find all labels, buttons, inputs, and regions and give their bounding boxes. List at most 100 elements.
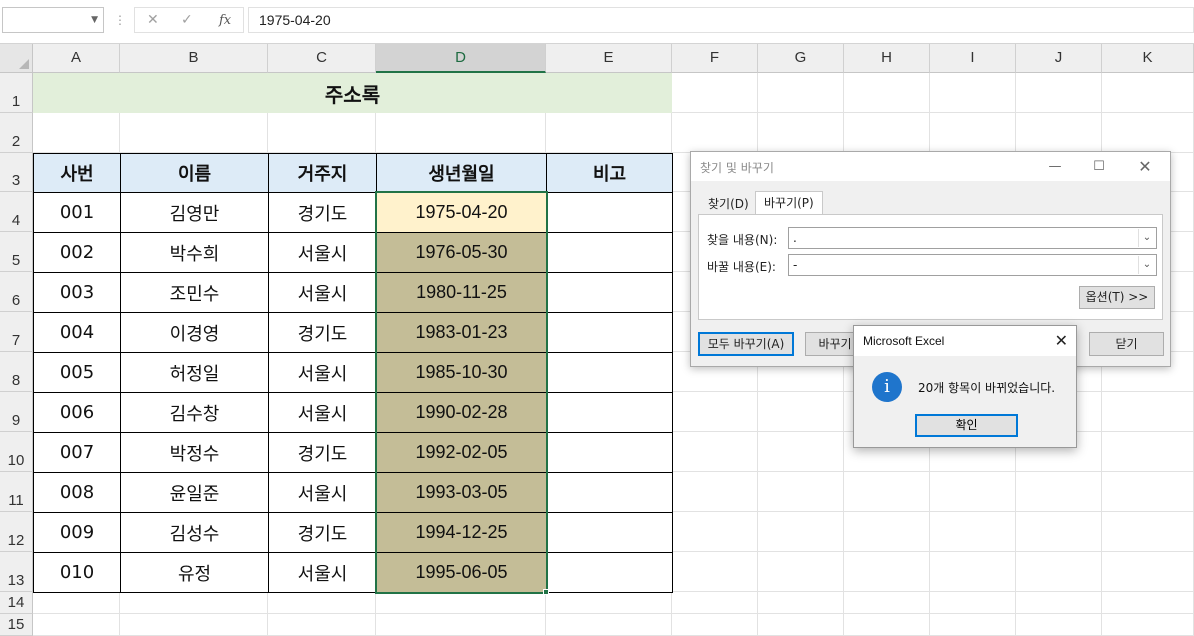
dialog-titlebar[interactable]: 찾기 및 바꾸기 — ☐ ✕: [691, 152, 1170, 181]
table-cell[interactable]: 허정일: [120, 352, 269, 393]
replace-all-button[interactable]: 모두 바꾸기(A): [698, 332, 794, 356]
tab-find[interactable]: 찾기(D): [699, 194, 758, 215]
row-header-15[interactable]: 15: [0, 614, 33, 636]
date-cell[interactable]: 1976-05-30: [376, 232, 547, 273]
table-cell[interactable]: 서울시: [268, 352, 377, 393]
table-cell[interactable]: 서울시: [268, 272, 377, 313]
table-cell[interactable]: [546, 432, 673, 473]
table-cell[interactable]: [546, 272, 673, 313]
column-header-g[interactable]: G: [758, 44, 844, 73]
table-cell[interactable]: [546, 232, 673, 273]
row-header-6[interactable]: 6: [0, 272, 33, 312]
table-cell[interactable]: 서울시: [268, 392, 377, 433]
chevron-down-icon[interactable]: ▼: [91, 15, 98, 25]
row-header-4[interactable]: 4: [0, 192, 33, 232]
column-header-h[interactable]: H: [844, 44, 930, 73]
table-cell[interactable]: [546, 312, 673, 353]
column-header-b[interactable]: B: [120, 44, 268, 73]
table-cell[interactable]: 006: [33, 392, 121, 433]
row-header-8[interactable]: 8: [0, 352, 33, 392]
row-header-10[interactable]: 10: [0, 432, 33, 472]
row-header-12[interactable]: 12: [0, 512, 33, 552]
close-icon[interactable]: ✕: [1055, 331, 1068, 350]
formula-input[interactable]: 1975-04-20: [248, 7, 1194, 33]
column-header-e[interactable]: E: [546, 44, 672, 73]
table-cell[interactable]: [546, 472, 673, 513]
table-cell[interactable]: 경기도: [268, 432, 377, 473]
column-header-i[interactable]: I: [930, 44, 1016, 73]
date-cell[interactable]: 1995-06-05: [376, 552, 547, 593]
table-cell[interactable]: 007: [33, 432, 121, 473]
table-cell[interactable]: [546, 192, 673, 233]
date-cell[interactable]: 1990-02-28: [376, 392, 547, 433]
find-input[interactable]: . ⌄: [788, 227, 1157, 249]
table-cell[interactable]: 서울시: [268, 232, 377, 273]
column-header-d[interactable]: D: [376, 44, 546, 73]
table-cell[interactable]: 윤일준: [120, 472, 269, 513]
maximize-icon[interactable]: ☐: [1084, 156, 1114, 178]
close-icon[interactable]: ✕: [1130, 156, 1160, 178]
table-cell[interactable]: 002: [33, 232, 121, 273]
row-header-1[interactable]: 1: [0, 73, 33, 113]
table-cell[interactable]: 경기도: [268, 192, 377, 233]
sheet-title[interactable]: 주소록: [33, 73, 672, 113]
date-cell[interactable]: 1992-02-05: [376, 432, 547, 473]
row-header-9[interactable]: 9: [0, 392, 33, 432]
chevron-down-icon[interactable]: ⌄: [1138, 229, 1155, 247]
table-cell[interactable]: [546, 352, 673, 393]
table-cell[interactable]: 005: [33, 352, 121, 393]
column-header-c[interactable]: C: [268, 44, 376, 73]
row-header-7[interactable]: 7: [0, 312, 33, 352]
replace-input[interactable]: - ⌄: [788, 254, 1157, 276]
table-cell[interactable]: 유정: [120, 552, 269, 593]
table-cell[interactable]: 009: [33, 512, 121, 553]
row-header-5[interactable]: 5: [0, 232, 33, 272]
row-header-2[interactable]: 2: [0, 113, 33, 153]
chevron-down-icon[interactable]: ⌄: [1138, 256, 1155, 274]
table-cell[interactable]: [546, 512, 673, 553]
table-cell[interactable]: 김성수: [120, 512, 269, 553]
table-header-cell[interactable]: 거주지: [268, 153, 377, 193]
table-cell[interactable]: 조민수: [120, 272, 269, 313]
column-header-j[interactable]: J: [1016, 44, 1102, 73]
row-header-11[interactable]: 11: [0, 472, 33, 512]
table-cell[interactable]: 서울시: [268, 552, 377, 593]
table-header-cell[interactable]: 이름: [120, 153, 269, 193]
minimize-icon[interactable]: —: [1040, 156, 1070, 178]
name-box[interactable]: ▼: [2, 7, 104, 33]
date-cell[interactable]: 1980-11-25: [376, 272, 547, 313]
table-cell[interactable]: 008: [33, 472, 121, 513]
ok-button[interactable]: 확인: [915, 414, 1018, 437]
column-header-a[interactable]: A: [33, 44, 120, 73]
date-cell[interactable]: 1985-10-30: [376, 352, 547, 393]
date-cell[interactable]: 1994-12-25: [376, 512, 547, 553]
date-cell[interactable]: 1993-03-05: [376, 472, 547, 513]
table-cell[interactable]: 경기도: [268, 312, 377, 353]
table-cell[interactable]: 서울시: [268, 472, 377, 513]
table-cell[interactable]: 001: [33, 192, 121, 233]
row-header-14[interactable]: 14: [0, 592, 33, 614]
date-cell[interactable]: 1975-04-20: [376, 192, 547, 233]
fill-handle[interactable]: [543, 589, 549, 595]
options-button[interactable]: 옵션(T) >>: [1079, 286, 1155, 309]
select-all-corner[interactable]: [0, 44, 33, 73]
cancel-icon[interactable]: ✕: [147, 12, 159, 28]
column-header-f[interactable]: F: [672, 44, 758, 73]
function-icon[interactable]: fx: [219, 13, 231, 28]
table-cell[interactable]: 이경영: [120, 312, 269, 353]
table-cell[interactable]: [546, 392, 673, 433]
table-cell[interactable]: 박정수: [120, 432, 269, 473]
date-cell[interactable]: 1983-01-23: [376, 312, 547, 353]
row-header-3[interactable]: 3: [0, 153, 33, 192]
table-cell[interactable]: 박수희: [120, 232, 269, 273]
table-header-cell[interactable]: 사번: [33, 153, 121, 193]
table-cell[interactable]: 경기도: [268, 512, 377, 553]
column-header-k[interactable]: K: [1102, 44, 1194, 73]
row-header-13[interactable]: 13: [0, 552, 33, 592]
table-header-cell[interactable]: 비고: [546, 153, 673, 193]
table-cell[interactable]: 003: [33, 272, 121, 313]
tab-replace[interactable]: 바꾸기(P): [755, 191, 823, 215]
table-header-cell[interactable]: 생년월일: [376, 153, 547, 193]
table-cell[interactable]: 004: [33, 312, 121, 353]
table-cell[interactable]: 김수창: [120, 392, 269, 433]
